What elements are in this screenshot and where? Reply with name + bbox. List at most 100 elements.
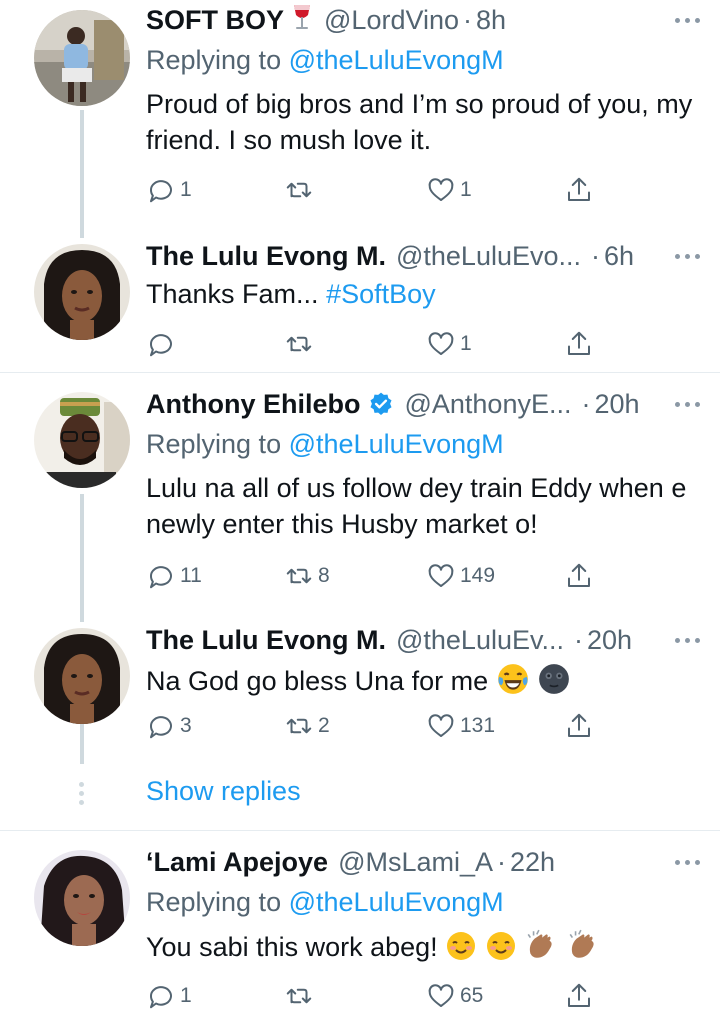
tweet-actions: 1 1 bbox=[146, 170, 700, 210]
reply-count: 11 bbox=[180, 564, 202, 587]
reply-button[interactable]: 1 bbox=[146, 170, 192, 210]
share-button[interactable] bbox=[564, 556, 594, 596]
share-icon bbox=[568, 563, 590, 587]
author-handle[interactable]: @MsLami_A bbox=[338, 847, 493, 878]
retweet-icon bbox=[286, 988, 312, 1004]
replying-to-mention[interactable]: @theLuluEvongM bbox=[289, 887, 504, 917]
retweet-button[interactable] bbox=[284, 324, 318, 364]
tweet[interactable]: Anthony Ehilebo @AnthonyE... · 20h Reply… bbox=[0, 384, 720, 618]
replying-to-mention[interactable]: @theLuluEvongM bbox=[289, 429, 504, 459]
wine-glass-icon bbox=[290, 2, 314, 39]
retweet-button[interactable]: 8 bbox=[284, 556, 330, 596]
replying-to-label: Replying to bbox=[146, 45, 282, 75]
more-options-icon[interactable] bbox=[675, 402, 700, 407]
tears-of-joy-emoji bbox=[496, 662, 530, 705]
tweet[interactable]: ‘Lami Apejoye @MsLami_A · 22h Replying t… bbox=[0, 842, 720, 1016]
divider bbox=[0, 830, 720, 831]
tweet-text: You sabi this work abeg! bbox=[146, 928, 700, 971]
reply-button[interactable]: 1 bbox=[146, 976, 192, 1016]
avatar[interactable] bbox=[34, 850, 130, 946]
tweet-time[interactable]: 8h bbox=[476, 5, 506, 36]
tweet-time[interactable]: 22h bbox=[510, 847, 555, 878]
share-button[interactable] bbox=[564, 324, 594, 364]
tweet[interactable]: The Lulu Evong M. @theLuluEv... · 20h Na… bbox=[0, 616, 720, 764]
separator-dot: · bbox=[463, 4, 473, 35]
retweet-button[interactable] bbox=[284, 976, 318, 1016]
tweet-time[interactable]: 20h bbox=[587, 625, 632, 656]
reply-button[interactable]: 3 bbox=[146, 706, 192, 746]
author-name[interactable]: ‘Lami Apejoye bbox=[146, 847, 328, 878]
like-button[interactable]: 149 bbox=[426, 556, 495, 596]
tweet-actions: 3 2 131 bbox=[146, 706, 700, 746]
like-count: 1 bbox=[460, 332, 472, 355]
smiling-face-emoji bbox=[445, 930, 477, 971]
replying-to-label: Replying to bbox=[146, 887, 282, 917]
like-count: 131 bbox=[460, 714, 496, 737]
hashtag-link[interactable]: #SoftBoy bbox=[326, 279, 436, 309]
heart-icon bbox=[428, 332, 454, 355]
tweet-time[interactable]: 20h bbox=[594, 389, 639, 420]
share-icon bbox=[568, 177, 590, 201]
tweet-time[interactable]: 6h bbox=[604, 241, 634, 272]
replying-to-mention[interactable]: @theLuluEvongM bbox=[289, 45, 504, 75]
share-button[interactable] bbox=[564, 976, 594, 1016]
like-count: 1 bbox=[460, 178, 472, 201]
tweet-actions: 1 bbox=[146, 324, 700, 364]
avatar[interactable] bbox=[34, 392, 130, 488]
retweet-icon bbox=[286, 718, 312, 734]
author-handle[interactable]: @theLuluEvo... bbox=[396, 241, 581, 272]
separator-dot: · bbox=[573, 624, 583, 655]
author-name[interactable]: SOFT BOY bbox=[146, 5, 284, 36]
heart-icon bbox=[428, 984, 454, 1007]
reply-button[interactable] bbox=[146, 324, 180, 364]
show-replies-link[interactable]: Show replies bbox=[146, 776, 301, 807]
replying-to-label: Replying to bbox=[146, 429, 282, 459]
share-button[interactable] bbox=[564, 706, 594, 746]
separator-dot: · bbox=[497, 846, 507, 877]
replying-to: Replying to @theLuluEvongM bbox=[146, 882, 700, 922]
replying-to: Replying to @theLuluEvongM bbox=[146, 40, 700, 80]
author-name[interactable]: The Lulu Evong M. bbox=[146, 625, 386, 656]
avatar[interactable] bbox=[34, 628, 130, 724]
clapping-hands-emoji bbox=[524, 928, 558, 971]
author-handle[interactable]: @theLuluEv... bbox=[396, 625, 564, 656]
reply-button[interactable]: 11 bbox=[146, 556, 202, 596]
share-icon bbox=[568, 983, 590, 1007]
new-moon-face-emoji bbox=[537, 662, 571, 705]
tweet[interactable]: SOFT BOY @LordVino · 8h Replying to @the… bbox=[0, 0, 720, 232]
like-button[interactable]: 65 bbox=[426, 976, 483, 1016]
tweet-text: Na God go bless Una for me bbox=[146, 662, 700, 705]
tweet[interactable]: The Lulu Evong M. @theLuluEvo... · 6h Th… bbox=[0, 232, 720, 370]
like-button[interactable]: 1 bbox=[426, 170, 472, 210]
tweet-text-body: Thanks Fam... bbox=[146, 279, 319, 309]
retweet-icon bbox=[286, 182, 312, 198]
verified-badge-icon bbox=[368, 391, 394, 417]
divider bbox=[0, 372, 720, 373]
more-options-icon[interactable] bbox=[675, 254, 700, 259]
like-button[interactable]: 131 bbox=[426, 706, 495, 746]
avatar[interactable] bbox=[34, 10, 130, 106]
tweet-actions: 11 8 149 bbox=[146, 556, 700, 596]
separator-dot: · bbox=[591, 240, 601, 271]
author-handle[interactable]: @AnthonyE... bbox=[404, 389, 571, 420]
separator-dot: · bbox=[581, 388, 591, 419]
retweet-button[interactable] bbox=[284, 170, 318, 210]
author-handle[interactable]: @LordVino bbox=[324, 5, 459, 36]
retweet-count: 2 bbox=[318, 714, 330, 737]
heart-icon bbox=[428, 178, 454, 201]
heart-icon bbox=[428, 564, 454, 587]
clapping-hands-emoji bbox=[566, 928, 600, 971]
avatar[interactable] bbox=[34, 244, 130, 340]
tweet-text-body: Na God go bless Una for me bbox=[146, 666, 489, 696]
retweet-button[interactable]: 2 bbox=[284, 706, 330, 746]
more-options-icon[interactable] bbox=[675, 860, 700, 865]
author-name[interactable]: The Lulu Evong M. bbox=[146, 241, 386, 272]
reply-icon bbox=[149, 986, 172, 1009]
like-button[interactable]: 1 bbox=[426, 324, 472, 364]
retweet-icon bbox=[286, 336, 312, 352]
share-button[interactable] bbox=[564, 170, 594, 210]
more-options-icon[interactable] bbox=[675, 638, 700, 643]
smiling-face-emoji bbox=[485, 930, 517, 971]
author-name[interactable]: Anthony Ehilebo bbox=[146, 389, 360, 420]
more-options-icon[interactable] bbox=[675, 18, 700, 23]
